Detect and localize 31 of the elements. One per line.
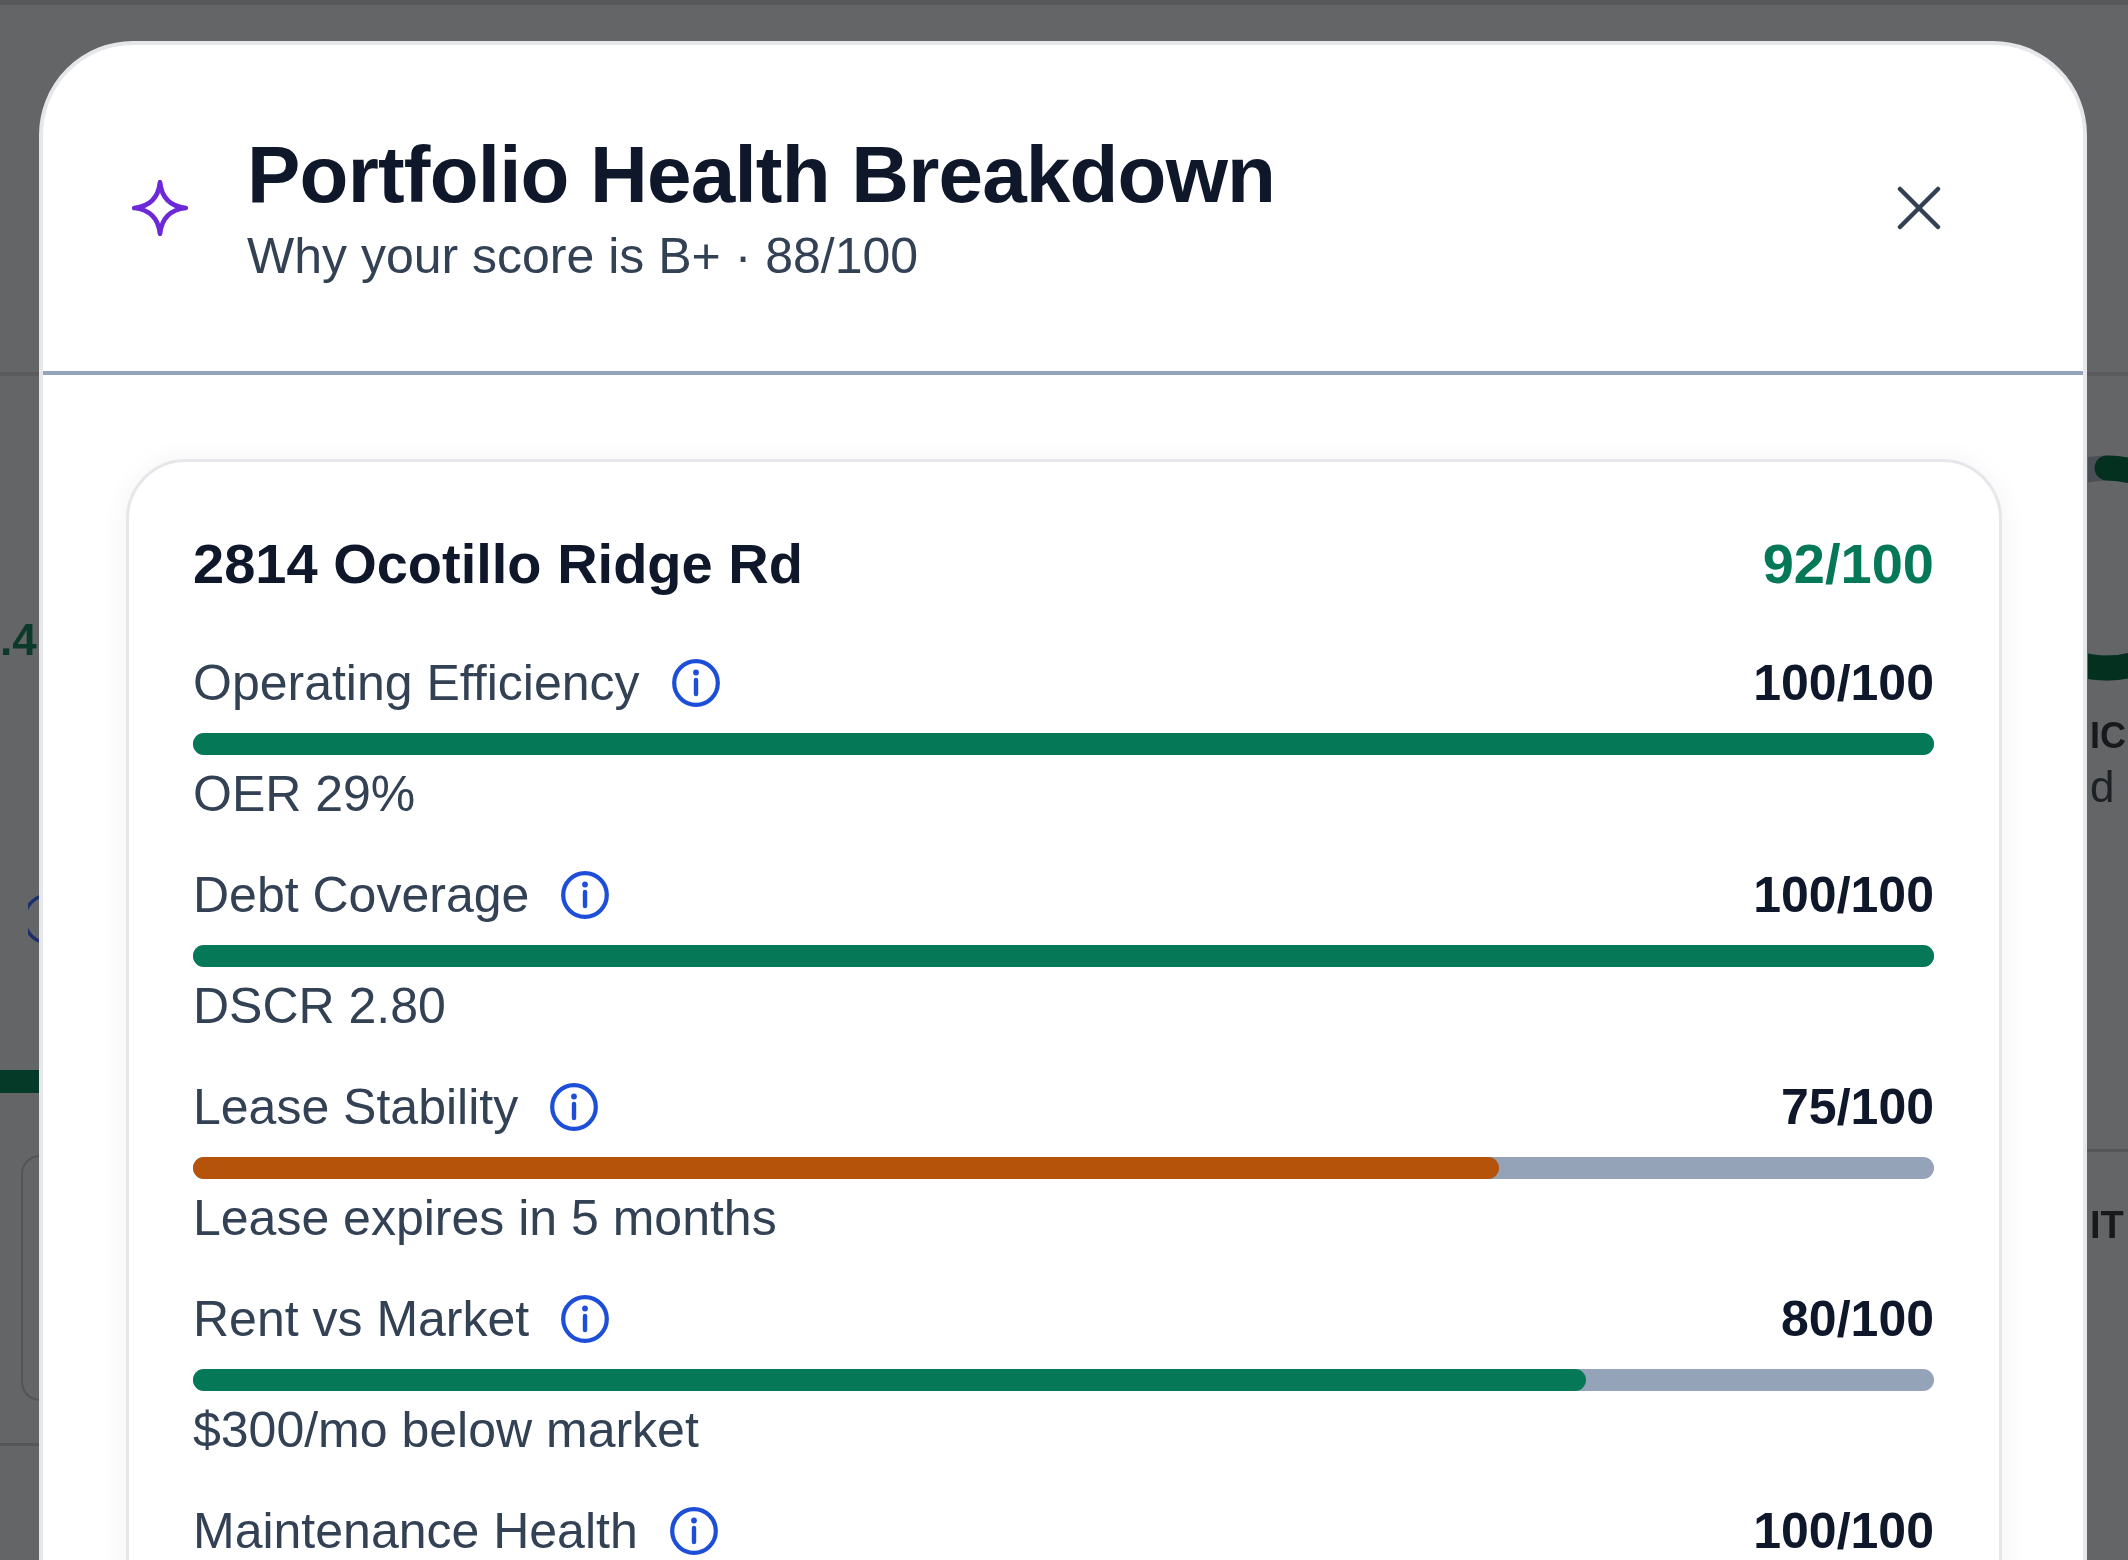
info-icon[interactable] (561, 871, 610, 919)
info-icon[interactable] (561, 1295, 610, 1343)
metric-label: Maintenance Health (193, 1503, 638, 1559)
text-fragment: IT (2090, 1203, 2124, 1248)
close-icon[interactable] (1897, 186, 1941, 230)
metric-detail: DSCR 2.80 (193, 977, 446, 1036)
arc-icon (28, 895, 40, 943)
metric-detail: $300/mo below market (193, 1401, 699, 1460)
metric-score: 75/100 (1781, 1087, 1934, 1127)
metric-detail: OER 29% (193, 765, 416, 824)
metric-score: 80/100 (1781, 1299, 1934, 1339)
stripe (0, 1070, 40, 1093)
property-name: 2814 Ocotillo Ridge Rd (193, 531, 803, 597)
metric-label: Operating Efficiency (193, 655, 640, 711)
info-icon[interactable] (671, 659, 720, 707)
info-icon[interactable] (550, 1083, 599, 1131)
text-fragment: IC (2090, 714, 2126, 758)
dialog-title: Portfolio Health Breakdown (247, 130, 1276, 219)
sparkle-icon (132, 180, 188, 236)
metric-score: 100/100 (1753, 663, 1934, 703)
metric-label: Rent vs Market (193, 1291, 530, 1347)
metric-label: Debt Coverage (193, 867, 530, 923)
metric-label: Lease Stability (193, 1079, 519, 1135)
dialog-subtitle: Why your score is B+ · 88/100 (247, 226, 919, 286)
metric-detail: Lease expires in 5 months (193, 1189, 777, 1248)
metric-score: 100/100 (1753, 1511, 1934, 1551)
metric-score: 100/100 (1753, 875, 1934, 915)
info-icon[interactable] (669, 1507, 718, 1555)
text-fragment: d (2090, 761, 2115, 813)
text-fragment: .4 (0, 614, 37, 666)
property-score: 92/100 (1762, 531, 1934, 597)
